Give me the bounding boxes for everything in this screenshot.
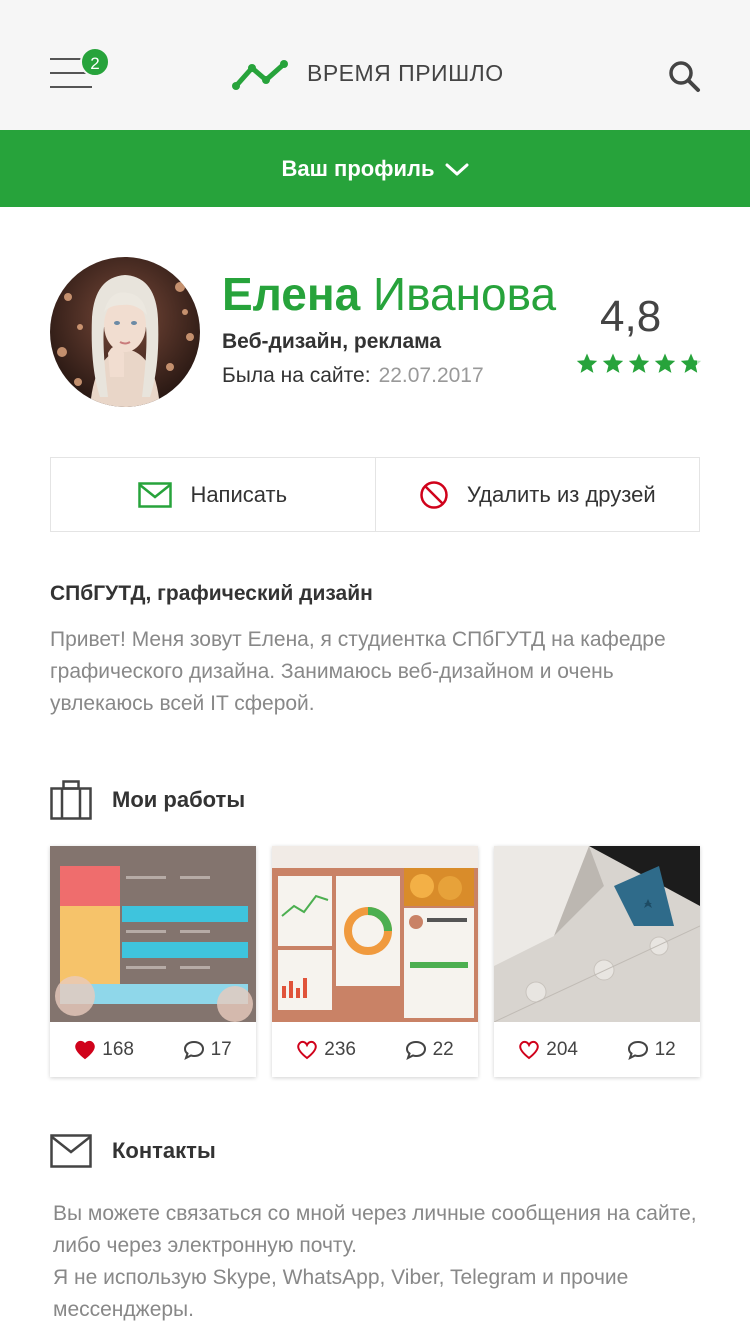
comments-count: 22 <box>432 1038 454 1060</box>
profile-actions: Написать Удалить из друзей <box>50 457 700 532</box>
star-icon <box>576 353 598 373</box>
profile-name: Елена Иванова <box>222 268 556 320</box>
works-heading: Мои работы <box>50 780 245 820</box>
write-message-button[interactable]: Написать <box>51 458 375 531</box>
comments-button[interactable]: 17 <box>183 1039 232 1061</box>
heart-icon <box>75 1040 96 1059</box>
works-title: Мои работы <box>112 787 246 812</box>
work-thumbnail[interactable] <box>50 846 256 1022</box>
work-card[interactable]: 168 17 <box>50 846 256 1077</box>
works-grid: 168 17 236 22 204 12 <box>50 846 700 1077</box>
briefcase-icon <box>50 780 92 820</box>
avatar[interactable] <box>50 257 200 407</box>
contacts-text: Вы можете связаться со мной через личные… <box>53 1198 713 1326</box>
top-bar: 2 ВРЕМЯ ПРИШЛО <box>0 0 750 130</box>
search-icon[interactable] <box>665 57 703 95</box>
comment-icon <box>627 1040 648 1060</box>
unfriend-label: Удалить из друзей <box>466 481 656 507</box>
comments-button[interactable]: 22 <box>405 1039 454 1061</box>
comments-count: 12 <box>654 1038 676 1060</box>
brand-name[interactable]: ВРЕМЯ ПРИШЛО <box>307 60 504 87</box>
likes-count: 236 <box>324 1038 356 1060</box>
comment-icon <box>405 1040 426 1060</box>
first-name: Елена <box>222 268 361 320</box>
last-seen-label: Была на сайте: <box>222 364 371 387</box>
star-icon <box>602 353 624 373</box>
profile-dropdown-label: Ваш профиль <box>281 155 435 181</box>
work-stats: 236 22 <box>272 1022 478 1077</box>
rating-stars <box>575 352 703 374</box>
comments-count: 17 <box>210 1038 232 1060</box>
work-stats: 204 12 <box>494 1022 700 1077</box>
contacts-title: Контакты <box>112 1138 216 1163</box>
unfriend-button[interactable]: Удалить из друзей <box>374 458 700 531</box>
chevron-down-icon <box>445 163 468 175</box>
rating-value: 4,8 <box>600 292 662 341</box>
contacts-line-1: Вы можете связаться со мной через личные… <box>53 1202 697 1257</box>
contacts-heading: Контакты <box>50 1134 216 1168</box>
profile-dropdown[interactable]: Ваш профиль <box>0 130 750 207</box>
write-message-label: Написать <box>190 481 288 507</box>
star-icon <box>628 353 650 373</box>
block-icon <box>420 480 448 509</box>
logo-chart-icon <box>232 60 288 90</box>
envelope-icon <box>50 1134 92 1168</box>
work-card[interactable]: 236 22 <box>272 846 478 1077</box>
comment-icon <box>183 1040 204 1060</box>
like-button[interactable]: 236 <box>296 1039 356 1061</box>
contacts-line-2: Я не использую Skype, WhatsApp, Viber, T… <box>53 1266 629 1321</box>
work-card[interactable]: 204 12 <box>494 846 700 1077</box>
likes-count: 204 <box>546 1038 578 1060</box>
education: СПбГУТД, графический дизайн <box>50 582 373 605</box>
work-thumbnail[interactable] <box>494 846 700 1022</box>
bio-text: Привет! Меня зовут Елена, я студиентка С… <box>50 628 666 715</box>
star-icon <box>654 353 676 373</box>
heart-icon <box>519 1040 540 1059</box>
star-icon <box>680 353 702 373</box>
envelope-icon <box>138 481 173 508</box>
work-stats: 168 17 <box>50 1022 256 1077</box>
like-button[interactable]: 204 <box>518 1039 578 1061</box>
specialization: Веб-дизайн, реклама <box>222 330 442 353</box>
last-seen-date: 22.07.2017 <box>378 364 484 387</box>
notification-badge: 2 <box>80 47 110 77</box>
last-seen: Была на сайте: 22.07.2017 <box>222 364 484 388</box>
last-name: Иванова <box>373 268 557 320</box>
like-button[interactable]: 168 <box>74 1039 134 1061</box>
heart-icon <box>297 1040 318 1059</box>
work-thumbnail[interactable] <box>272 846 478 1022</box>
comments-button[interactable]: 12 <box>627 1039 676 1061</box>
likes-count: 168 <box>102 1038 134 1060</box>
